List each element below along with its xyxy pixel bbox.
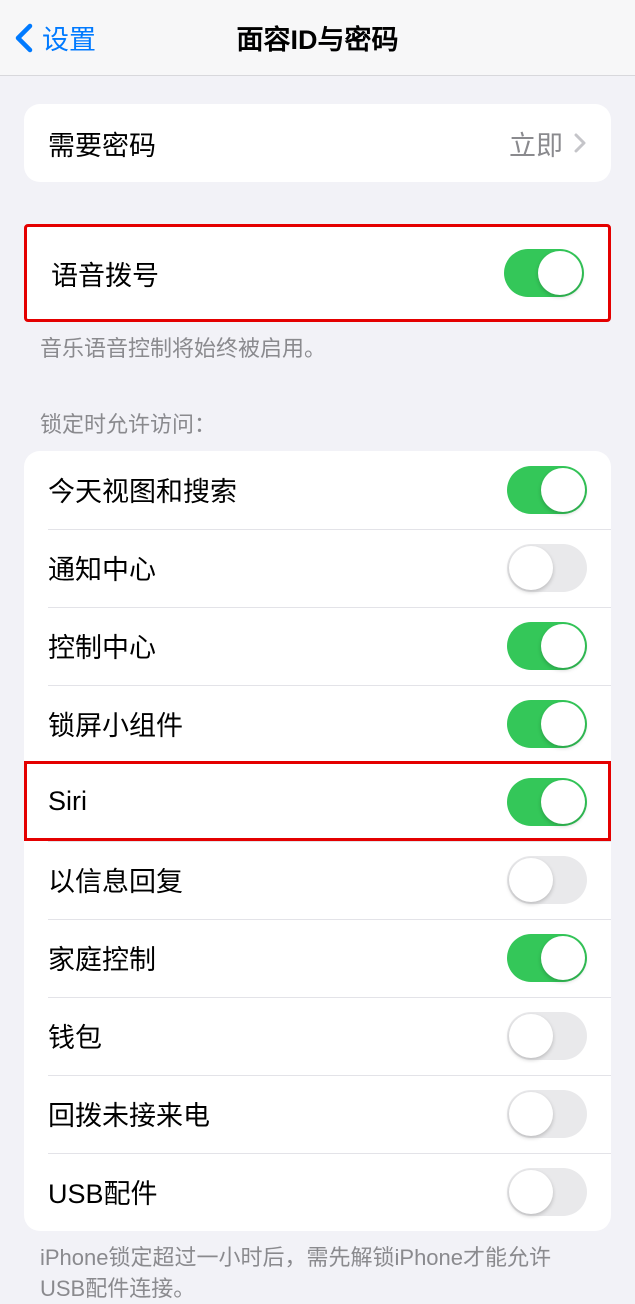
lock-access-group: 锁定时允许访问： 今天视图和搜索通知中心控制中心锁屏小组件 Siri 以信息回复家庭… (0, 407, 635, 1304)
lock-access-row-5: 以信息回复 (24, 841, 611, 919)
lock-access-row-9: USB配件 (24, 1153, 611, 1231)
lock-access-label: 回拨未接来电 (48, 1094, 507, 1133)
lock-access-toggle-6[interactable] (507, 934, 587, 982)
back-label: 设置 (42, 18, 96, 57)
lock-access-toggle-7[interactable] (507, 1012, 587, 1060)
lock-access-toggle-5[interactable] (507, 856, 587, 904)
passcode-group: 需要密码 立即 (0, 104, 635, 182)
voice-dial-row: 语音拨号 (27, 227, 608, 319)
voice-dial-footer: 音乐语音控制将始终被启用。 (0, 322, 635, 365)
back-button[interactable]: 设置 (0, 18, 96, 57)
lock-access-row-8: 回拨未接来电 (24, 1075, 611, 1153)
require-passcode-label: 需要密码 (48, 124, 509, 163)
lock-access-row-6: 家庭控制 (24, 919, 611, 997)
lock-access-label: USB配件 (48, 1172, 507, 1211)
lock-access-label: 以信息回复 (48, 860, 507, 899)
page-title: 面容ID与密码 (237, 18, 399, 57)
lock-access-toggle-8[interactable] (507, 1090, 587, 1138)
require-passcode-value: 立即 (509, 124, 563, 163)
lock-access-label: 通知中心 (48, 548, 507, 587)
lock-access-row-7: 钱包 (24, 997, 611, 1075)
lock-access-row-3: 锁屏小组件 (24, 685, 611, 763)
lock-access-toggle-0[interactable] (507, 466, 587, 514)
lock-access-row-0: 今天视图和搜索 (24, 451, 611, 529)
lock-access-label: Siri (48, 786, 507, 817)
lock-access-toggle-2[interactable] (507, 622, 587, 670)
lock-access-row-4: Siri (24, 763, 611, 841)
chevron-left-icon (12, 20, 36, 56)
require-passcode-row[interactable]: 需要密码 立即 (24, 104, 611, 182)
voice-dial-label: 语音拨号 (51, 254, 504, 293)
lock-access-label: 今天视图和搜索 (48, 470, 507, 509)
nav-bar: 设置 面容ID与密码 (0, 0, 635, 76)
lock-access-row-1: 通知中心 (24, 529, 611, 607)
lock-access-label: 锁屏小组件 (48, 704, 507, 743)
lock-access-label: 家庭控制 (48, 938, 507, 977)
lock-access-toggle-1[interactable] (507, 544, 587, 592)
lock-access-label: 钱包 (48, 1016, 507, 1055)
content: 需要密码 立即 语音拨号 音乐语音控制将始终被启用。 锁定时允许访问： 今天视图… (0, 104, 635, 1304)
lock-access-footer: iPhone锁定超过一小时后，需先解锁iPhone才能允许USB配件连接。 (0, 1231, 635, 1304)
lock-access-toggle-4[interactable] (507, 778, 587, 826)
lock-access-row-2: 控制中心 (24, 607, 611, 685)
chevron-right-icon (573, 132, 587, 154)
lock-access-header: 锁定时允许访问： (0, 407, 635, 451)
lock-access-label: 控制中心 (48, 626, 507, 665)
voice-dial-toggle[interactable] (504, 249, 584, 297)
lock-access-toggle-3[interactable] (507, 700, 587, 748)
voice-dial-group: 语音拨号 音乐语音控制将始终被启用。 (0, 224, 635, 365)
lock-access-toggle-9[interactable] (507, 1168, 587, 1216)
